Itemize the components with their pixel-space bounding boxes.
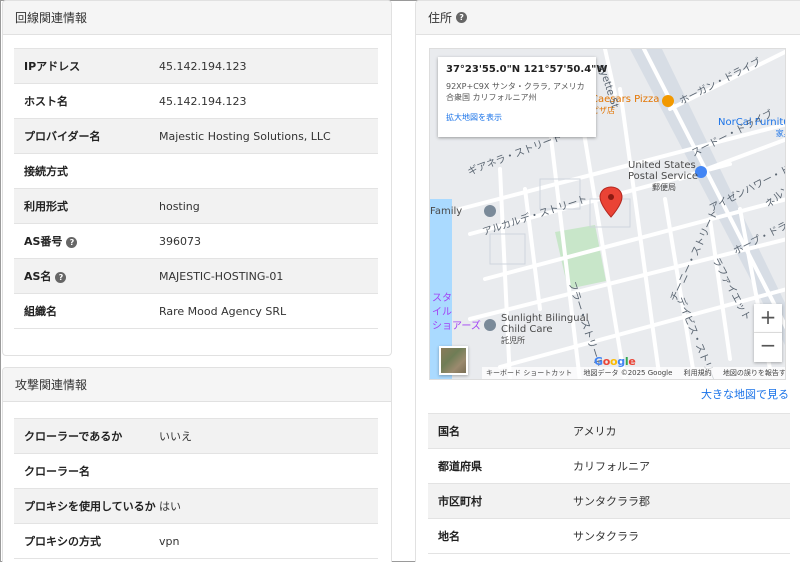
poi-sunlight-line2: Child Care xyxy=(501,324,553,335)
table-row: クローラーであるか いいえ xyxy=(14,418,378,454)
table-row: 市区町村 サンタクララ郡 xyxy=(428,483,790,519)
row-key-prefecture: 都道府県 xyxy=(438,460,482,473)
row-value-proxy: はい xyxy=(159,500,181,513)
poi-caesars-name: Caesars Pizza xyxy=(591,94,660,105)
table-row: 都道府県 カリフォルニア xyxy=(428,449,790,484)
row-key-ip: IPアドレス xyxy=(24,60,81,73)
zoom-in-button[interactable]: + xyxy=(754,304,782,333)
map[interactable]: Caesars Pizza ピザ店 NorCal Furniture 家具店 U… xyxy=(429,48,786,380)
place-marker-icon xyxy=(484,205,496,217)
row-key-city: 市区町村 xyxy=(438,495,482,508)
help-icon[interactable]: ? xyxy=(66,237,78,248)
table-row: 地名 サンタクララ xyxy=(428,519,790,554)
address-title: 住所 xyxy=(428,11,453,25)
line-info-panel: 回線関連情報 IPアドレス 45.142.194.123 ホスト名 45.142.1… xyxy=(2,0,392,356)
row-key-proxy-type: プロキシの方式 xyxy=(24,535,101,548)
attack-info-header: 攻撃関連情報 xyxy=(3,368,391,402)
map-attribution: キーボード ショートカット 地図データ ©2025 Google 利用規約 地図… xyxy=(482,367,785,379)
poi-usps[interactable]: United States Postal Service 郵便局 xyxy=(628,160,698,193)
row-value-usage: hosting xyxy=(159,199,200,213)
row-key-country: 国名 xyxy=(438,425,460,438)
row-value-asname: MAJESTIC-HOSTING-01 xyxy=(159,269,284,283)
table-row: 国名 アメリカ xyxy=(428,413,790,449)
table-row: クローラー名 xyxy=(14,454,378,489)
table-row: ホスト名 45.142.194.123 xyxy=(14,84,378,119)
address-header: 住所 ? xyxy=(416,1,800,35)
asn-label: AS番号 xyxy=(24,235,63,248)
row-value-prefecture: カリフォルニア xyxy=(573,460,650,473)
place-sta: スタ xyxy=(432,293,452,304)
zoom-out-button[interactable]: − xyxy=(754,333,782,362)
place-yi: イル xyxy=(432,307,452,318)
row-value-country: アメリカ xyxy=(573,425,617,438)
poi-family[interactable]: Family xyxy=(430,206,462,217)
help-icon[interactable]: ? xyxy=(456,12,468,23)
attack-info-table: クローラーであるか いいえ クローラー名 プロキシを使用しているか はい プロキシの… xyxy=(14,418,378,559)
row-key-org: 組織名 xyxy=(24,305,57,318)
row-value-host: 45.142.194.123 xyxy=(159,94,247,108)
terms-link[interactable]: 利用規約 xyxy=(684,369,712,377)
poi-sunlight-jp: 託児所 xyxy=(501,336,525,345)
row-key-place: 地名 xyxy=(438,530,460,543)
row-key-crawler-name: クローラー名 xyxy=(24,465,90,478)
row-key-usage: 利用形式 xyxy=(24,200,68,213)
row-value-ip: 45.142.194.123 xyxy=(159,59,247,73)
map-info-card: 37°23'55.0"N 121°57'50.4"W 92XP+C9X サンタ・… xyxy=(438,57,608,137)
row-key-asname: AS名? xyxy=(14,259,159,294)
row-value-city: サンタクララ郡 xyxy=(573,495,650,508)
line-info-table: IPアドレス 45.142.194.123 ホスト名 45.142.194.123 … xyxy=(14,48,378,329)
table-row: 利用形式 hosting xyxy=(14,188,378,224)
line-info-header: 回線関連情報 xyxy=(3,1,391,35)
help-icon[interactable]: ? xyxy=(55,272,67,283)
poi-sunlight[interactable]: Sunlight Bilingual Child Care 託児所 xyxy=(501,313,589,346)
table-row: プロキシの方式 vpn xyxy=(14,524,378,559)
row-key-connection: 接続方式 xyxy=(24,165,68,178)
row-value-provider: Majestic Hosting Solutions, LLC xyxy=(159,129,331,143)
enlarge-map-link[interactable]: 拡大地図を表示 xyxy=(446,112,588,123)
map-coordinates: 37°23'55.0"N 121°57'50.4"W xyxy=(446,64,608,75)
row-key-provider: プロバイダー名 xyxy=(24,130,101,143)
row-key-proxy: プロキシを使用しているか xyxy=(24,500,156,513)
line-info-title: 回線関連情報 xyxy=(15,11,88,25)
row-value-proxy-type: vpn xyxy=(159,534,180,548)
table-row: IPアドレス 45.142.194.123 xyxy=(14,48,378,84)
report-error-link[interactable]: 地図の誤りを報告する xyxy=(723,369,785,377)
poi-usps-line2: Postal Service xyxy=(628,171,698,182)
poi-caesars-jp: ピザ店 xyxy=(591,106,615,115)
row-key-asn: AS番号? xyxy=(14,224,159,259)
asname-label: AS名 xyxy=(24,270,52,283)
row-key-host: ホスト名 xyxy=(24,95,68,108)
row-value-crawler-name xyxy=(159,454,378,489)
place-jo: ショアーズ xyxy=(432,321,481,332)
address-table: 国名 アメリカ 都道府県 カリフォルニア 市区町村 サンタクララ郡 地名 サンタクララ xyxy=(428,413,790,554)
row-value-asn: 396073 xyxy=(159,234,201,248)
row-value-org: Rare Mood Agency SRL xyxy=(159,304,287,318)
row-value-place: サンタクララ xyxy=(573,530,639,543)
attack-info-panel: 攻撃関連情報 クローラーであるか いいえ クローラー名 プロキシを使用しているかは… xyxy=(2,367,392,562)
keyboard-shortcuts-link[interactable]: キーボード ショートカット xyxy=(486,369,572,377)
poi-usps-line1: United States xyxy=(628,160,696,171)
table-row: AS番号? 396073 xyxy=(14,224,378,259)
table-row: プロキシを使用しているか はい xyxy=(14,488,378,524)
map-data-text: 地図データ ©2025 Google xyxy=(583,369,673,377)
restaurant-marker-icon xyxy=(662,95,674,107)
attack-info-title: 攻撃関連情報 xyxy=(15,378,88,392)
table-row: AS名? MAJESTIC-HOSTING-01 xyxy=(14,258,378,294)
table-row: 接続方式 xyxy=(14,154,378,189)
map-layer-thumbnail[interactable] xyxy=(439,346,468,375)
poi-caesars[interactable]: Caesars Pizza ピザ店 xyxy=(591,94,659,116)
childcare-marker-icon xyxy=(484,319,496,331)
large-map-link[interactable]: 大きな地図で見る xyxy=(701,386,789,402)
row-key-crawler: クローラーであるか xyxy=(24,430,123,443)
map-plus-code-address: 92XP+C9X サンタ・クララ, アメリカ合衆国 カリフォルニア州 xyxy=(446,82,585,102)
row-value-connection xyxy=(159,154,378,189)
poi-usps-jp: 郵便局 xyxy=(652,183,676,192)
table-row: 組織名 Rare Mood Agency SRL xyxy=(14,294,378,329)
row-value-crawler: いいえ xyxy=(159,430,192,443)
table-row: プロバイダー名 Majestic Hosting Solutions, LLC xyxy=(14,118,378,154)
